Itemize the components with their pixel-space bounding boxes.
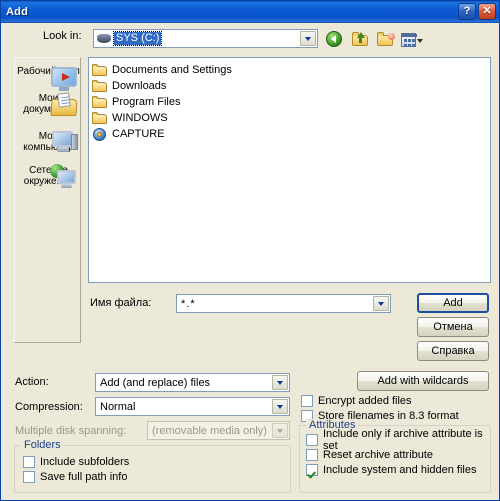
- checkbox-encrypt-added-files[interactable]: Encrypt added files: [301, 393, 459, 408]
- chevron-down-icon[interactable]: [272, 375, 288, 390]
- chevron-down-icon[interactable]: [272, 399, 288, 414]
- chevron-down-icon[interactable]: [373, 296, 389, 311]
- cancel-button[interactable]: Отмена: [417, 317, 489, 337]
- checkbox-box[interactable]: [306, 433, 318, 446]
- chevron-down-icon: [272, 423, 288, 438]
- checkbox-include-system-and-hidden-files[interactable]: Include system and hidden files: [306, 462, 490, 477]
- checkbox-include-only-if-archive-attribute[interactable]: Include only if archive attribute is set: [306, 428, 490, 452]
- help-button[interactable]: Справка: [417, 341, 489, 361]
- action-value: Add (and replace) files: [100, 376, 211, 389]
- action-dropdown[interactable]: Add (and replace) files: [95, 373, 290, 392]
- place-my-computer[interactable]: Мой компьютер: [15, 115, 82, 153]
- add-button[interactable]: Add: [417, 293, 489, 313]
- attributes-group: Attributes Include only if archive attri…: [299, 419, 491, 493]
- checkbox-box[interactable]: [23, 455, 35, 468]
- navigation-toolbar: [326, 31, 423, 49]
- folder-icon: [92, 63, 108, 77]
- look-in-label: Look in:: [43, 30, 82, 42]
- checkbox-label: Include system and hidden files: [323, 463, 477, 476]
- folders-group: Folders Include subfolders Save full pat…: [14, 439, 291, 493]
- list-item[interactable]: Downloads: [89, 78, 490, 94]
- checkbox-box[interactable]: [23, 470, 35, 483]
- file-name: Downloads: [112, 80, 167, 92]
- title-bar[interactable]: Add ? ✕: [1, 1, 499, 23]
- file-name-label: Имя файла:: [90, 297, 152, 309]
- action-label: Action:: [15, 376, 49, 388]
- views-menu-icon[interactable]: [401, 31, 423, 49]
- file-name: WINDOWS: [112, 112, 168, 124]
- multiple-disk-spanning-label: Multiple disk spanning:: [15, 425, 127, 437]
- up-one-level-icon[interactable]: [351, 31, 370, 49]
- back-arrow-icon[interactable]: [326, 31, 345, 49]
- multiple-disk-spanning-value: (removable media only): [152, 424, 267, 437]
- list-item[interactable]: WINDOWS: [89, 110, 490, 126]
- add-archive-dialog: Add ? ✕ Look in: SYS (C:) Рабочий стол М…: [0, 0, 500, 501]
- folders-group-title: Folders: [21, 439, 64, 451]
- checkbox-label: Save full path info: [40, 470, 128, 483]
- checkbox-box[interactable]: [306, 463, 318, 476]
- list-item[interactable]: Documents and Settings: [89, 62, 490, 78]
- file-name-value: *.*: [181, 297, 196, 310]
- folder-icon: [92, 95, 108, 109]
- checkbox-save-full-path-info[interactable]: Save full path info: [23, 469, 129, 484]
- window-title: Add: [6, 6, 28, 18]
- place-network[interactable]: Сетевое окружение: [15, 153, 82, 188]
- checkbox-box[interactable]: [301, 394, 313, 407]
- list-item[interactable]: CAPTURE: [89, 126, 490, 142]
- checkbox-label: Encrypt added files: [318, 394, 412, 407]
- look-in-value: SYS (C:): [112, 31, 163, 46]
- help-icon[interactable]: ?: [458, 3, 476, 20]
- checkbox-include-subfolders[interactable]: Include subfolders: [23, 454, 129, 469]
- multiple-disk-spanning-dropdown: (removable media only): [147, 421, 290, 440]
- folder-icon: [92, 111, 108, 125]
- folder-icon: [92, 79, 108, 93]
- disc-icon: [92, 127, 108, 141]
- place-desktop[interactable]: Рабочий стол: [15, 58, 82, 91]
- file-name: CAPTURE: [112, 128, 165, 140]
- compression-label: Compression:: [15, 401, 83, 413]
- compression-value: Normal: [100, 400, 136, 413]
- file-name: Program Files: [112, 96, 181, 108]
- list-item[interactable]: Program Files: [89, 94, 490, 110]
- new-folder-icon[interactable]: [376, 31, 395, 49]
- window-controls: ? ✕: [458, 3, 496, 20]
- look-in-dropdown[interactable]: SYS (C:): [93, 29, 318, 48]
- places-bar: Рабочий стол Мои документы Мой компьютер…: [14, 57, 81, 343]
- file-name: Documents and Settings: [112, 64, 232, 76]
- compression-dropdown[interactable]: Normal: [95, 397, 290, 416]
- chevron-down-icon[interactable]: [300, 31, 316, 46]
- checkbox-label: Include subfolders: [40, 455, 130, 468]
- file-name-input[interactable]: *.*: [176, 294, 391, 313]
- file-list[interactable]: Documents and Settings Downloads Program…: [88, 57, 491, 283]
- hard-drive-icon: [97, 33, 111, 44]
- checkbox-label: Reset archive attribute: [323, 448, 434, 461]
- checkbox-box[interactable]: [306, 448, 318, 461]
- close-icon[interactable]: ✕: [478, 3, 496, 20]
- add-with-wildcards-button[interactable]: Add with wildcards: [357, 371, 489, 391]
